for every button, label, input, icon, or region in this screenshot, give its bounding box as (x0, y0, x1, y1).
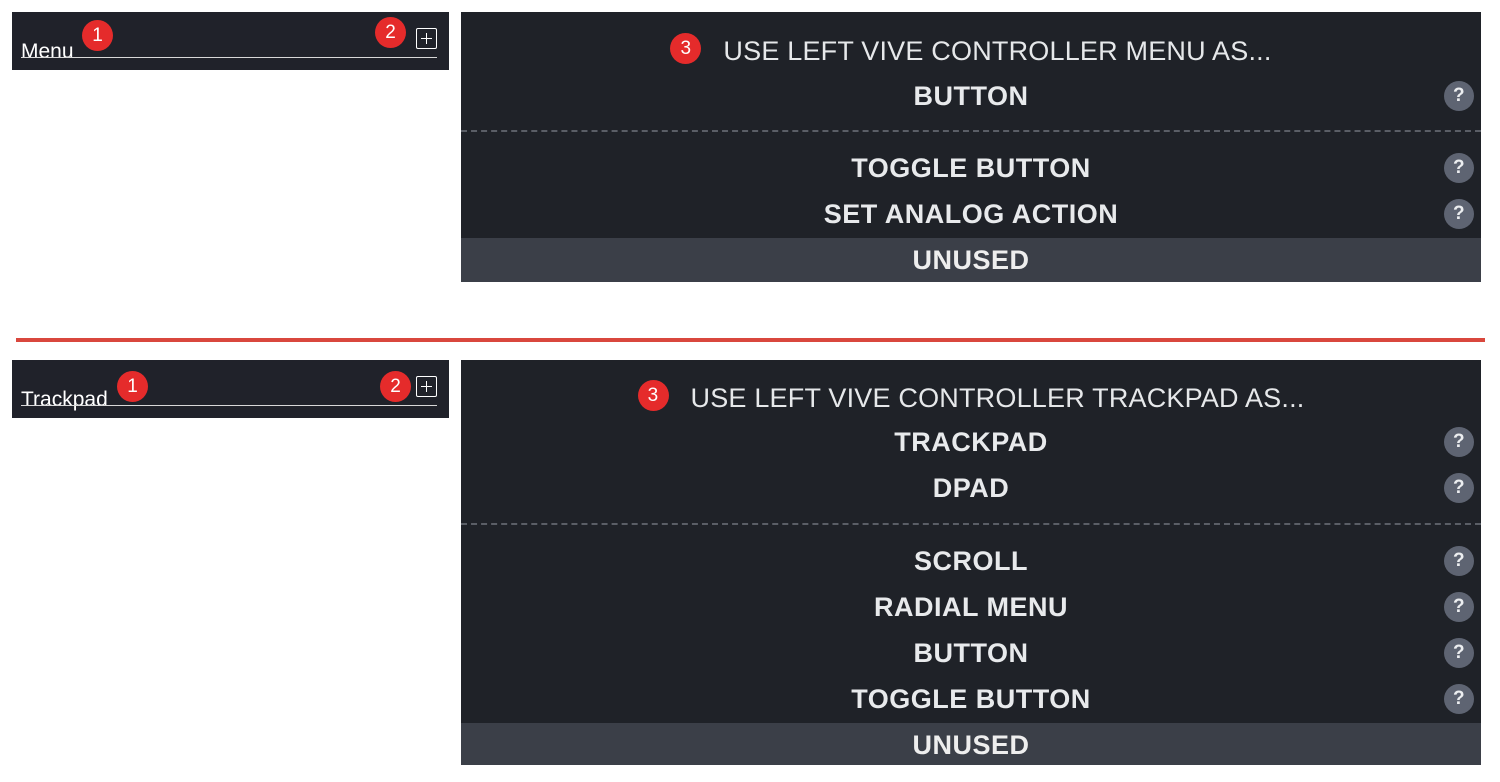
option-label: SCROLL (914, 546, 1028, 576)
mode-option-scroll[interactable]: SCROLL ? (461, 538, 1481, 584)
header-underline (21, 57, 437, 58)
source-label-trackpad: Trackpad (21, 388, 108, 411)
option-label: TOGGLE BUTTON (851, 684, 1091, 714)
callout-badge-1: 1 (82, 20, 113, 51)
mode-option-toggle-button[interactable]: TOGGLE BUTTON ? (461, 676, 1481, 722)
panel-title-text: USE LEFT VIVE CONTROLLER TRACKPAD AS... (690, 382, 1305, 413)
option-label: RADIAL MENU (874, 592, 1068, 622)
option-label: SET ANALOG ACTION (823, 199, 1119, 229)
callout-badge-3: 3 (637, 380, 669, 412)
mode-option-dpad[interactable]: DPAD ? (461, 465, 1481, 511)
mode-option-radial-menu[interactable]: RADIAL MENU ? (461, 584, 1481, 630)
mode-option-set-analog-action[interactable]: SET ANALOG ACTION ? (461, 191, 1481, 237)
help-icon[interactable]: ? (1444, 473, 1474, 503)
help-icon[interactable]: ? (1444, 81, 1474, 111)
option-label: BUTTON (913, 81, 1029, 111)
help-icon[interactable]: ? (1444, 684, 1474, 714)
help-icon[interactable]: ? (1444, 199, 1474, 229)
callout-badge-1: 1 (117, 371, 148, 402)
option-label: TRACKPAD (894, 427, 1048, 457)
plus-square-icon[interactable] (416, 376, 437, 397)
mode-option-unused[interactable]: UNUSED (461, 723, 1481, 765)
callout-badge-2: 2 (380, 371, 411, 402)
trackpad-binding-section: Trackpad 1 2 3 USE LEFT VIVE CONTROLLER T… (0, 348, 1500, 782)
menu-mode-panel: 3 USE LEFT VIVE CONTROLLER MENU AS... BUT… (461, 12, 1481, 282)
mode-option-unused[interactable]: UNUSED (461, 238, 1481, 282)
panel-title: 3 USE LEFT VIVE CONTROLLER TRACKPAD AS... (461, 379, 1481, 415)
help-icon[interactable]: ? (1444, 592, 1474, 622)
source-label-menu: Menu (21, 40, 74, 63)
panel-title: 3 USE LEFT VIVE CONTROLLER MENU AS... (461, 32, 1481, 68)
help-icon[interactable]: ? (1444, 638, 1474, 668)
section-divider (16, 338, 1485, 342)
mode-option-button[interactable]: BUTTON ? (461, 73, 1481, 119)
help-icon[interactable]: ? (1444, 546, 1474, 576)
help-icon[interactable]: ? (1444, 427, 1474, 457)
plus-square-icon[interactable] (416, 28, 437, 49)
trackpad-mode-panel: 3 USE LEFT VIVE CONTROLLER TRACKPAD AS...… (461, 360, 1481, 765)
option-label: TOGGLE BUTTON (851, 153, 1091, 183)
mode-option-trackpad[interactable]: TRACKPAD ? (461, 419, 1481, 465)
panel-title-text: USE LEFT VIVE CONTROLLER MENU AS... (723, 35, 1272, 66)
dashed-separator (461, 130, 1481, 132)
option-label: BUTTON (913, 638, 1029, 668)
mode-option-toggle-button[interactable]: TOGGLE BUTTON ? (461, 145, 1481, 191)
mode-option-button[interactable]: BUTTON ? (461, 630, 1481, 676)
option-label: UNUSED (912, 245, 1030, 275)
menu-source-header[interactable]: Menu 1 2 (12, 12, 449, 70)
dashed-separator (461, 523, 1481, 525)
option-label: DPAD (932, 473, 1010, 503)
menu-binding-section: Menu 1 2 3 USE LEFT VIVE CONTROLLER MENU … (0, 0, 1500, 300)
option-label: UNUSED (912, 730, 1030, 760)
callout-badge-2: 2 (375, 17, 406, 48)
trackpad-source-header[interactable]: Trackpad 1 2 (12, 360, 449, 418)
callout-badge-3: 3 (670, 33, 702, 65)
header-underline (21, 405, 437, 406)
help-icon[interactable]: ? (1444, 153, 1474, 183)
